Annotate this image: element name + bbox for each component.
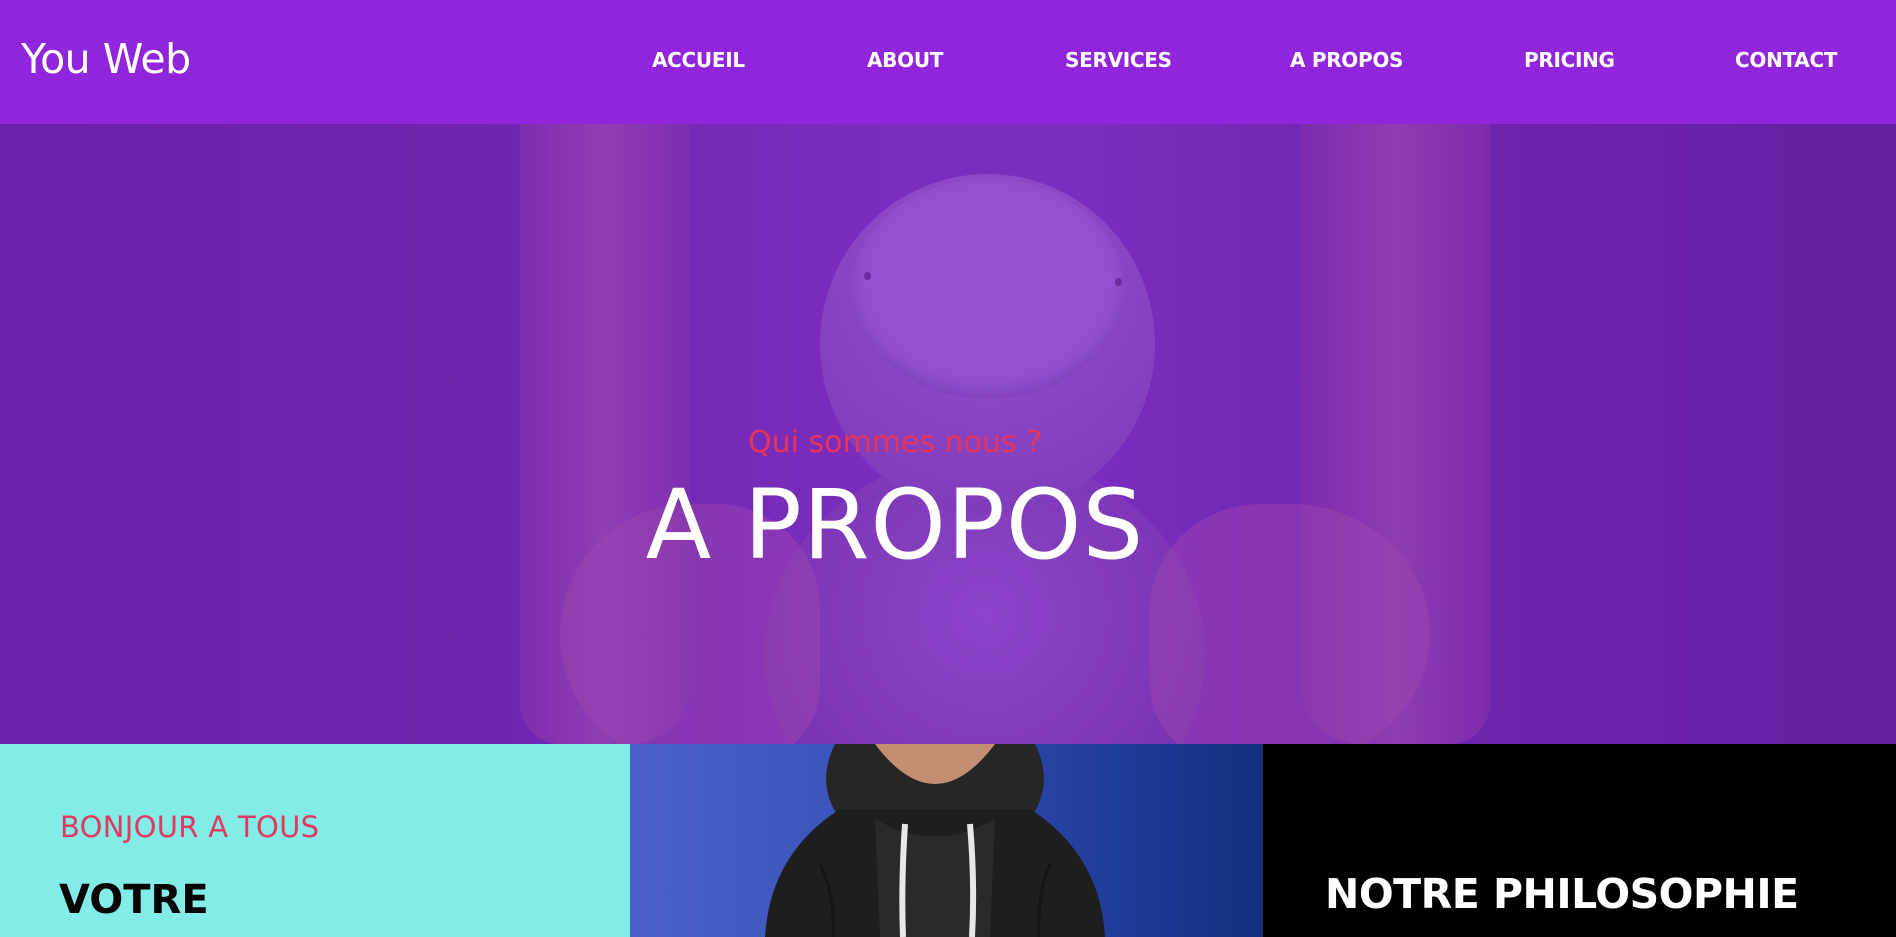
nav-link-contact[interactable]: CONTACT xyxy=(1735,48,1838,72)
nav-link-services[interactable]: SERVICES xyxy=(1065,48,1172,72)
hero-section: Qui sommes nous ? A PROPOS xyxy=(0,124,1896,744)
hoodie-person-image xyxy=(765,744,1105,937)
nav-link-pricing[interactable]: PRICING xyxy=(1524,48,1615,72)
about-heading: VOTRE xyxy=(59,877,209,923)
about-kicker: BONJOUR A TOUS xyxy=(60,810,320,844)
speaker-dot-right xyxy=(1115,278,1122,286)
hero-image-speaker-cap xyxy=(852,179,1124,399)
main-nav: ACCUEIL ABOUT SERVICES A PROPOS PRICING … xyxy=(0,48,1896,78)
philosophy-heading: NOTRE PHILOSOPHIE xyxy=(1325,870,1799,918)
site-header: You Web ACCUEIL ABOUT SERVICES A PROPOS … xyxy=(0,0,1896,124)
nav-link-accueil[interactable]: ACCUEIL xyxy=(652,48,745,72)
hero-title: A PROPOS xyxy=(645,469,1145,581)
nav-link-about[interactable]: ABOUT xyxy=(867,48,943,72)
about-image-panel xyxy=(630,744,1263,937)
hero-subtitle: Qui sommes nous ? xyxy=(747,425,1043,460)
philosophy-panel: NOTRE PHILOSOPHIE xyxy=(1263,744,1896,937)
speaker-dot-left xyxy=(864,272,871,280)
nav-link-a-propos[interactable]: A PROPOS xyxy=(1290,48,1403,72)
about-intro-panel: BONJOUR A TOUS VOTRE xyxy=(0,744,630,937)
